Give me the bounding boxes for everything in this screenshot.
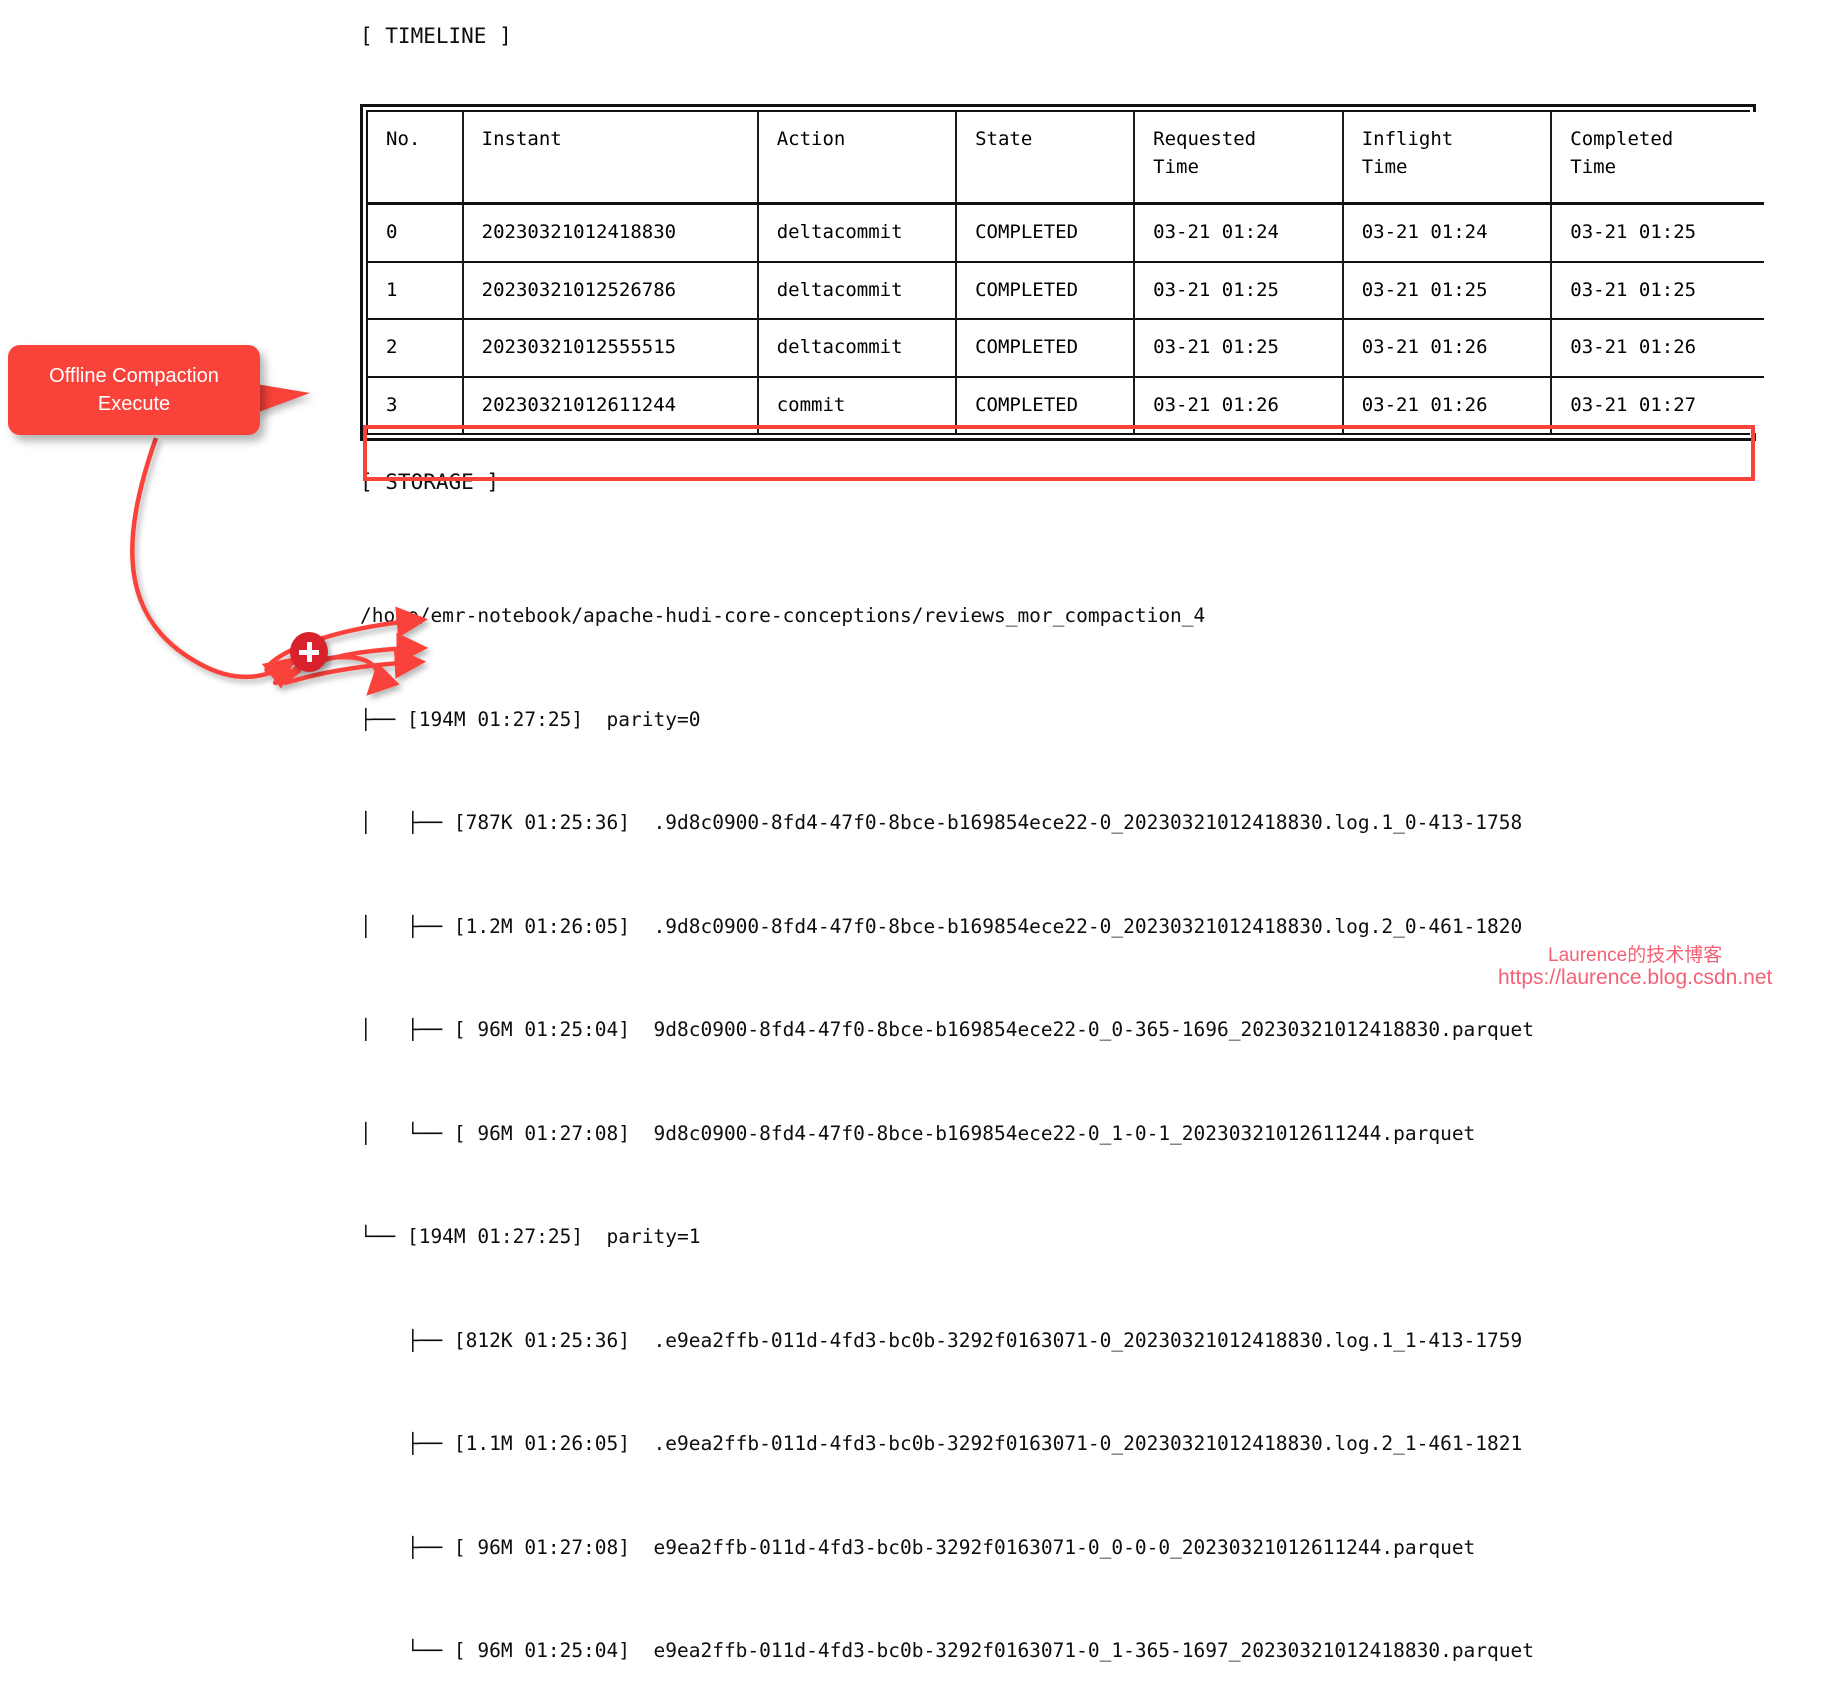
callout-label: Offline Compaction Execute bbox=[49, 365, 219, 415]
list-item: ├── [ 96M 01:27:08] e9ea2ffb-011d-4fd3-b… bbox=[360, 1535, 1476, 1559]
cell-action: deltacommit bbox=[756, 203, 958, 262]
timeline-table-head: No. Instant Action State Requested Time … bbox=[368, 112, 1764, 205]
column-header-no: No. bbox=[368, 112, 464, 205]
list-item: │ ├── [1.2M 01:26:05] .9d8c0900-8fd4-47f… bbox=[360, 914, 1523, 938]
cell-completed-time: 03-21 01:26 bbox=[1550, 319, 1764, 377]
cell-state: COMPLETED bbox=[955, 203, 1136, 262]
storage-root-path: /home/emr-notebook/apache-hudi-core-conc… bbox=[360, 604, 1206, 627]
cell-no: 3 bbox=[368, 376, 464, 434]
watermark-title: Laurence的技术博客 bbox=[1548, 945, 1723, 966]
cell-inflight-time: 03-21 01:26 bbox=[1341, 319, 1553, 377]
callout-tail-icon bbox=[256, 384, 310, 413]
cell-action: deltacommit bbox=[756, 319, 958, 377]
cell-requested-time: 03-21 01:25 bbox=[1133, 319, 1344, 377]
list-item: └── [194M 01:27:25] parity=1 bbox=[360, 1225, 701, 1248]
table-row[interactable]: 1 20230321012526786 deltacommit COMPLETE… bbox=[368, 261, 1764, 320]
storage-tree: /home/emr-notebook/apache-hudi-core-conc… bbox=[360, 530, 1534, 1703]
cell-action: commit bbox=[756, 376, 958, 434]
table-row[interactable]: 0 20230321012418830 deltacommit COMPLETE… bbox=[368, 203, 1764, 262]
table-row[interactable]: 2 20230321012555515 deltacommit COMPLETE… bbox=[368, 319, 1764, 377]
column-header-completed-time: Completed Time bbox=[1550, 112, 1764, 205]
cell-instant: 20230321012555515 bbox=[461, 319, 759, 377]
column-header-action: Action bbox=[756, 112, 958, 205]
cell-state: COMPLETED bbox=[955, 319, 1136, 377]
timeline-table-body: 0 20230321012418830 deltacommit COMPLETE… bbox=[368, 203, 1764, 434]
cell-instant: 20230321012526786 bbox=[461, 261, 759, 320]
list-item: │ └── [ 96M 01:27:08] 9d8c0900-8fd4-47f0… bbox=[360, 1121, 1476, 1145]
cell-inflight-time: 03-21 01:24 bbox=[1341, 203, 1553, 262]
cell-no: 2 bbox=[368, 319, 464, 377]
list-item: │ ├── [787K 01:25:36] .9d8c0900-8fd4-47f… bbox=[360, 811, 1523, 834]
timeline-table: No. Instant Action State Requested Time … bbox=[368, 112, 1764, 434]
cell-completed-time: 03-21 01:27 bbox=[1550, 376, 1764, 434]
cell-no: 1 bbox=[368, 261, 464, 320]
storage-section-heading: [ STORAGE ] bbox=[360, 470, 500, 494]
cell-state: COMPLETED bbox=[955, 376, 1136, 434]
cell-completed-time: 03-21 01:25 bbox=[1550, 261, 1764, 320]
cell-completed-time: 03-21 01:25 bbox=[1550, 203, 1764, 262]
list-item: ├── [194M 01:27:25] parity=0 bbox=[360, 707, 701, 731]
table-header-row: No. Instant Action State Requested Time … bbox=[368, 112, 1764, 205]
list-item: ├── [1.1M 01:26:05] .e9ea2ffb-011d-4fd3-… bbox=[360, 1432, 1523, 1455]
column-header-state: State bbox=[955, 112, 1136, 205]
column-header-instant: Instant bbox=[461, 112, 759, 205]
timeline-table-wrapper: No. Instant Action State Requested Time … bbox=[360, 104, 1764, 442]
cell-state: COMPLETED bbox=[955, 261, 1136, 320]
list-item: └── [ 96M 01:25:04] e9ea2ffb-011d-4fd3-b… bbox=[360, 1639, 1534, 1662]
cell-action: deltacommit bbox=[756, 261, 958, 320]
cell-instant: 20230321012611244 bbox=[461, 376, 759, 434]
cell-requested-time: 03-21 01:26 bbox=[1133, 376, 1344, 434]
timeline-table-inner-frame: No. Instant Action State Requested Time … bbox=[366, 110, 1764, 436]
table-row-highlighted[interactable]: 3 20230321012611244 commit COMPLETED 03-… bbox=[368, 376, 1764, 434]
offline-compaction-callout: Offline Compaction Execute bbox=[8, 345, 260, 435]
plus-badge-icon bbox=[290, 632, 328, 672]
list-item: ├── [812K 01:25:36] .e9ea2ffb-011d-4fd3-… bbox=[360, 1328, 1523, 1352]
cell-inflight-time: 03-21 01:26 bbox=[1341, 376, 1553, 434]
cell-requested-time: 03-21 01:24 bbox=[1133, 203, 1344, 262]
cell-inflight-time: 03-21 01:25 bbox=[1341, 261, 1553, 320]
list-item: │ ├── [ 96M 01:25:04] 9d8c0900-8fd4-47f0… bbox=[360, 1018, 1534, 1041]
timeline-table-outer-frame: No. Instant Action State Requested Time … bbox=[360, 104, 1764, 442]
cell-no: 0 bbox=[368, 203, 464, 262]
column-header-requested-time: Requested Time bbox=[1133, 112, 1344, 205]
watermark-url: https://laurence.blog.csdn.net bbox=[1498, 966, 1773, 989]
timeline-section-heading: [ TIMELINE ] bbox=[360, 24, 512, 48]
cell-requested-time: 03-21 01:25 bbox=[1133, 261, 1344, 320]
arrow-callout-to-plus bbox=[130, 437, 297, 689]
cell-instant: 20230321012418830 bbox=[461, 203, 759, 262]
column-header-inflight-time: Inflight Time bbox=[1341, 112, 1553, 205]
